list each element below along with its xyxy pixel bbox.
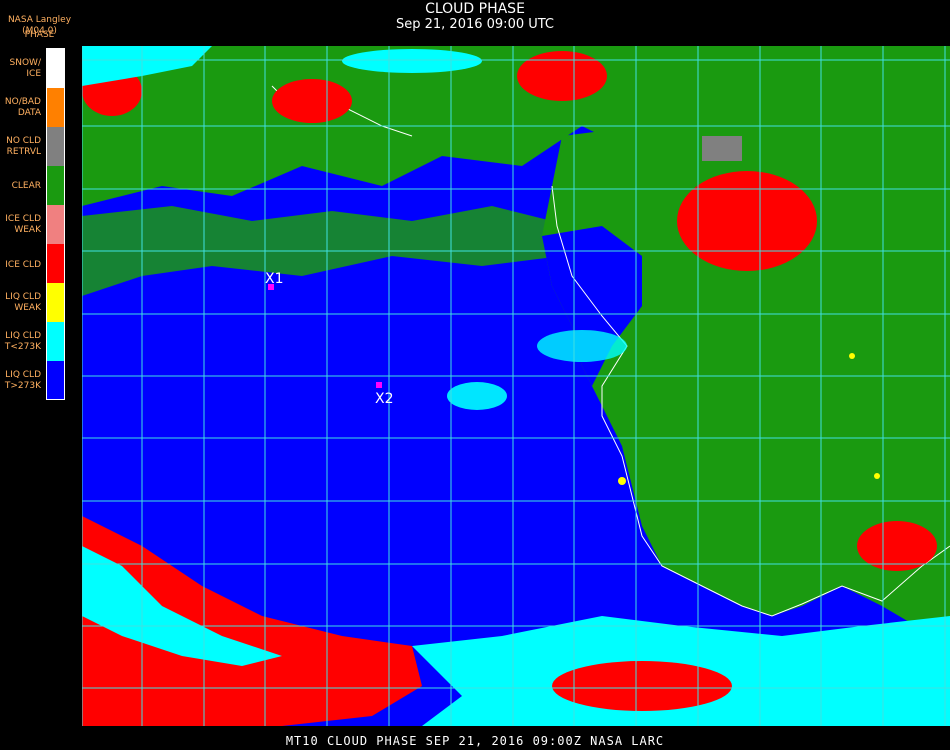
map-svg: X1 X2 xyxy=(82,46,950,726)
legend-swatch-liq-cld-cold xyxy=(47,322,64,361)
legend-swatch-no-bad-data xyxy=(47,88,64,127)
legend-swatch-ice-cld xyxy=(47,244,64,283)
legend-label-ice-cld-weak: ICE CLD WEAK xyxy=(5,214,41,235)
legend-label-no-cld-retrvl: NO CLD RETRVL xyxy=(6,136,41,157)
cold-liquid-cloud-central xyxy=(447,382,507,410)
legend-label-snow-ice: SNOW/ ICE xyxy=(9,58,41,79)
marker-x2-label: X2 xyxy=(375,391,394,407)
legend-swatch-clear xyxy=(47,166,64,205)
footer-caption: MT10 CLOUD PHASE SEP 21, 2016 09:00Z NAS… xyxy=(285,734,665,748)
legend-label-ice-cld: ICE CLD xyxy=(5,260,41,270)
legend-label-clear: CLEAR xyxy=(11,181,41,191)
legend-color-bar xyxy=(46,48,65,400)
legend-label-liq-cld-warm: LIQ CLD T>273K xyxy=(4,370,41,391)
legend-title: PHASE xyxy=(24,30,55,40)
weak-liquid-speck-3 xyxy=(849,353,855,359)
cold-liquid-cloud-north xyxy=(342,49,482,73)
legend-label-no-bad-data: NO/BAD DATA xyxy=(4,97,41,118)
ice-cloud-north xyxy=(272,79,352,123)
cold-liquid-cloud-gulf xyxy=(537,330,627,362)
weak-liquid-speck-1 xyxy=(618,477,626,485)
legend-swatch-liq-cld-warm xyxy=(47,361,64,399)
legend-label-liq-cld-cold: LIQ CLD T<273K xyxy=(4,331,41,352)
weak-liquid-speck-2 xyxy=(874,473,880,479)
marker-x2-dot xyxy=(376,382,382,388)
map-timestamp: Sep 21, 2016 09:00 UTC xyxy=(395,17,555,32)
legend-swatch-no-cld-retrvl xyxy=(47,127,64,166)
legend-labels: SNOW/ ICE NO/BAD DATA NO CLD RETRVL CLEA… xyxy=(0,48,42,400)
ice-cloud-south-central xyxy=(552,661,732,711)
cloud-phase-map[interactable]: X1 X2 xyxy=(82,46,950,726)
map-title: CLOUD PHASE xyxy=(425,1,525,17)
ice-cloud-north-central xyxy=(517,51,607,101)
marker-x1-label: X1 xyxy=(265,271,284,287)
legend-label-liq-cld-weak: LIQ CLD WEAK xyxy=(5,292,41,313)
legend-swatch-liq-cld-weak xyxy=(47,283,64,322)
no-retrieval-patch xyxy=(702,136,742,161)
legend-swatch-ice-cld-weak xyxy=(47,205,64,244)
legend-swatch-snow-ice xyxy=(47,49,64,88)
